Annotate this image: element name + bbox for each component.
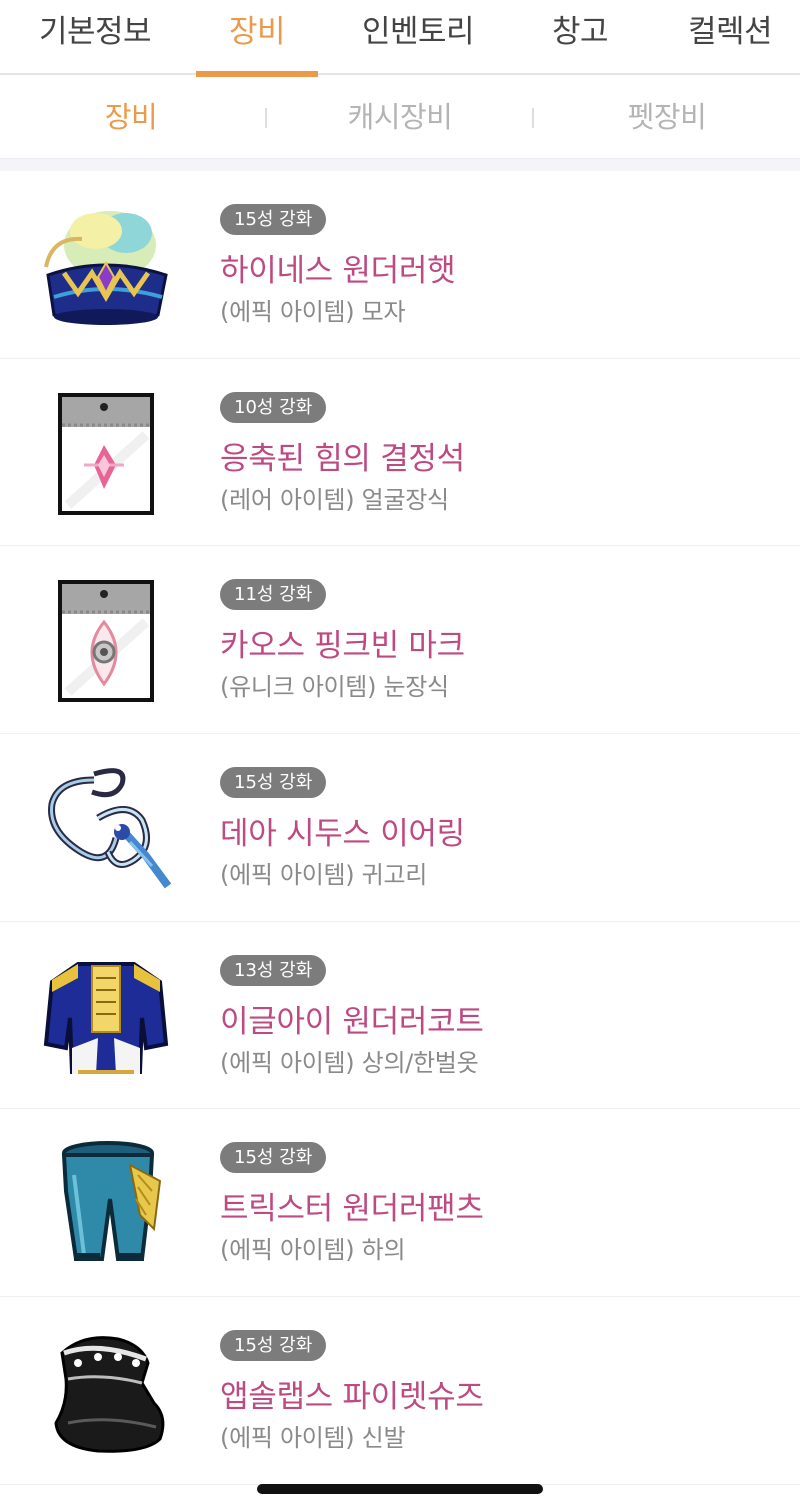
item-rarity-category: (에픽 아이템) 하의	[220, 1236, 406, 1265]
pinkbean-mark-icon	[38, 572, 174, 708]
star-force-badge: 13성 강화	[220, 954, 327, 986]
tab-storage[interactable]: 창고	[530, 0, 630, 75]
star-force-badge: 15성 강화	[220, 1142, 327, 1174]
subtab-pet-equipment[interactable]: 펫장비	[600, 77, 734, 159]
list-item[interactable]: 11성 강화 카오스 핑크빈 마크 (유니크 아이템) 눈장식	[0, 546, 800, 735]
subtab-divider	[532, 108, 534, 128]
list-item[interactable]: 15성 강화 하이네스 원더러햇 (에픽 아이템) 모자	[0, 171, 800, 359]
home-indicator[interactable]	[257, 1484, 543, 1494]
item-name: 앱솔랩스 파이렛슈즈	[220, 1379, 484, 1416]
item-rarity-category: (에픽 아이템) 상의/한벌옷	[220, 1048, 479, 1077]
sub-tab-bar: 장비 캐시장비 펫장비	[0, 77, 800, 159]
tab-equipment[interactable]: 장비	[196, 0, 318, 77]
list-item[interactable]: 10성 강화 응축된 힘의 결정석 (레어 아이템) 얼굴장식	[0, 359, 800, 547]
list-item[interactable]: 15성 강화 트릭스터 원더러팬츠 (에픽 아이템) 하의	[0, 1109, 800, 1298]
pants-icon	[38, 1135, 174, 1271]
star-force-badge: 15성 강화	[220, 767, 327, 799]
item-name: 데아 시두스 이어링	[220, 816, 465, 853]
star-force-badge: 11성 강화	[220, 579, 327, 611]
item-name: 응축된 힘의 결정석	[220, 440, 465, 477]
subtab-divider	[265, 108, 267, 128]
tab-equipment-label: 장비	[228, 14, 286, 50]
main-tab-bar: 기본정보 장비 인벤토리 창고 컬렉션	[0, 0, 800, 77]
item-rarity-category: (에픽 아이템) 귀고리	[220, 861, 428, 890]
tab-inventory[interactable]: 인벤토리	[348, 0, 488, 75]
star-force-badge: 15성 강화	[220, 204, 327, 235]
list-item[interactable]: 13성 강화 이글아이 원더러코트 (에픽 아이템) 상의/한벌옷	[0, 922, 800, 1110]
coat-icon	[38, 948, 174, 1084]
item-rarity-category: (에픽 아이템) 모자	[220, 298, 406, 326]
tab-basic-info[interactable]: 기본정보	[20, 0, 170, 75]
item-rarity-category: (유니크 아이템) 눈장식	[220, 673, 449, 702]
item-name: 카오스 핑크빈 마크	[220, 628, 465, 665]
item-rarity-category: (에픽 아이템) 신발	[220, 1424, 406, 1453]
equipment-list: 15성 강화 하이네스 원더러햇 (에픽 아이템) 모자 10성 강화 응축된 …	[0, 171, 800, 1485]
list-item[interactable]: 15성 강화 앱솔랩스 파이렛슈즈 (에픽 아이템) 신발	[0, 1297, 800, 1485]
earring-icon	[38, 760, 174, 896]
subtab-equipment[interactable]: 장비	[60, 77, 202, 159]
tab-collection[interactable]: 컬렉션	[672, 0, 788, 75]
item-name: 하이네스 원더러햇	[220, 253, 456, 289]
shoes-icon	[38, 1323, 174, 1459]
list-item[interactable]: 15성 강화 데아 시두스 이어링 (에픽 아이템) 귀고리	[0, 734, 800, 922]
crystal-card-icon	[38, 385, 174, 521]
wanderer-hat-icon	[38, 197, 174, 333]
item-name: 이글아이 원더러코트	[220, 1003, 484, 1040]
item-rarity-category: (레어 아이템) 얼굴장식	[220, 485, 449, 514]
star-force-badge: 15성 강화	[220, 1330, 327, 1362]
star-force-badge: 10성 강화	[220, 391, 327, 423]
section-gap	[0, 159, 800, 171]
item-name: 트릭스터 원더러팬츠	[220, 1191, 484, 1228]
subtab-cash-equipment[interactable]: 캐시장비	[318, 77, 482, 159]
